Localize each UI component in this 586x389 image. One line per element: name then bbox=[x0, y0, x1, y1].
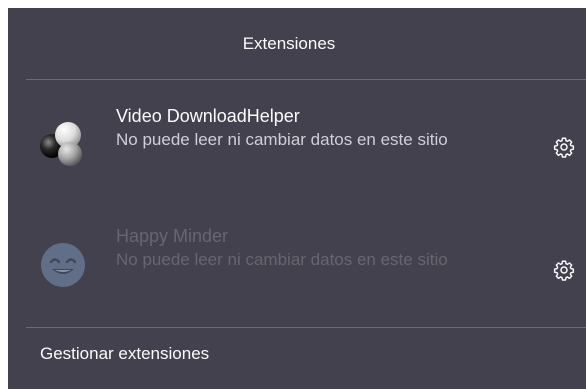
molecule-icon bbox=[38, 119, 88, 169]
extension-name: Video DownloadHelper bbox=[116, 106, 300, 126]
gear-icon[interactable] bbox=[552, 258, 576, 282]
header-divider bbox=[26, 79, 586, 80]
extension-item-video-downloadhelper[interactable]: Video DownloadHelper No puede leer ni ca… bbox=[8, 104, 586, 214]
smiley-icon bbox=[38, 239, 88, 289]
extension-permission-note: No puede leer ni cambiar datos en este s… bbox=[116, 130, 448, 149]
panel-title: Extensiones bbox=[242, 34, 336, 53]
extension-name: Happy Minder bbox=[116, 226, 229, 246]
panel-header: Extensiones bbox=[8, 8, 586, 80]
gear-icon[interactable] bbox=[552, 135, 576, 159]
manage-extensions-link[interactable]: Gestionar extensiones bbox=[40, 344, 209, 364]
extension-item-happy-minder[interactable]: Happy Minder No puede leer ni cambiar da… bbox=[8, 224, 586, 334]
extensions-panel: Extensiones Video DownloadHelper No pued… bbox=[8, 8, 586, 389]
extension-text: Video DownloadHelper No puede leer ni ca… bbox=[116, 104, 516, 151]
footer-divider bbox=[26, 327, 586, 328]
extension-permission-note: No puede leer ni cambiar datos en este s… bbox=[116, 250, 448, 269]
extension-text: Happy Minder No puede leer ni cambiar da… bbox=[116, 224, 516, 271]
